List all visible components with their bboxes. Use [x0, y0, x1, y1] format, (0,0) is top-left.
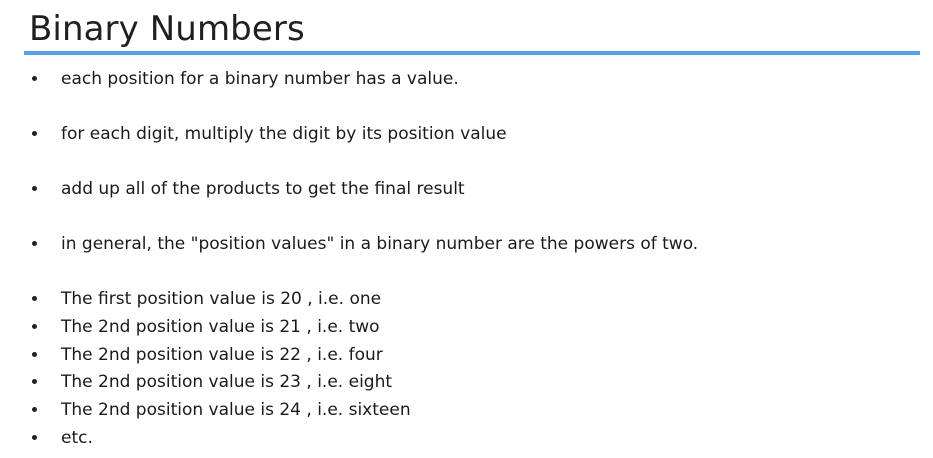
title-underline	[24, 51, 920, 55]
bullet-dot-icon	[32, 379, 37, 384]
bullet-dot-icon	[32, 352, 37, 357]
slide-title: Binary Numbers	[29, 9, 305, 49]
bullet-dot-icon	[32, 241, 37, 246]
bullet-dot-icon	[32, 186, 37, 191]
bullet-text: etc.	[61, 428, 93, 448]
bullet-text: The 2nd position value is 22 , i.e. four	[61, 345, 383, 365]
bullet-text: in general, the "position values" in a b…	[61, 234, 699, 254]
bullet-text: The 2nd position value is 23 , i.e. eigh…	[61, 372, 393, 392]
bullet-dot-icon	[32, 76, 37, 81]
bullet-text: add up all of the products to get the fi…	[61, 179, 465, 199]
bullet-dot-icon	[32, 324, 37, 329]
bullet-dot-icon	[32, 131, 37, 136]
bullet-text: The 2nd position value is 24 , i.e. sixt…	[61, 400, 411, 420]
bullet-text: for each digit, multiply the digit by it…	[61, 124, 507, 144]
bullet-text: each position for a binary number has a …	[61, 69, 459, 89]
bullet-text: The first position value is 20 , i.e. on…	[61, 289, 382, 309]
bullet-text: The 2nd position value is 21 , i.e. two	[61, 317, 380, 337]
slide: Binary Numbers each position for a binar…	[0, 0, 933, 458]
bullet-dot-icon	[32, 407, 37, 412]
bullet-dot-icon	[32, 435, 37, 440]
bullet-dot-icon	[32, 296, 37, 301]
